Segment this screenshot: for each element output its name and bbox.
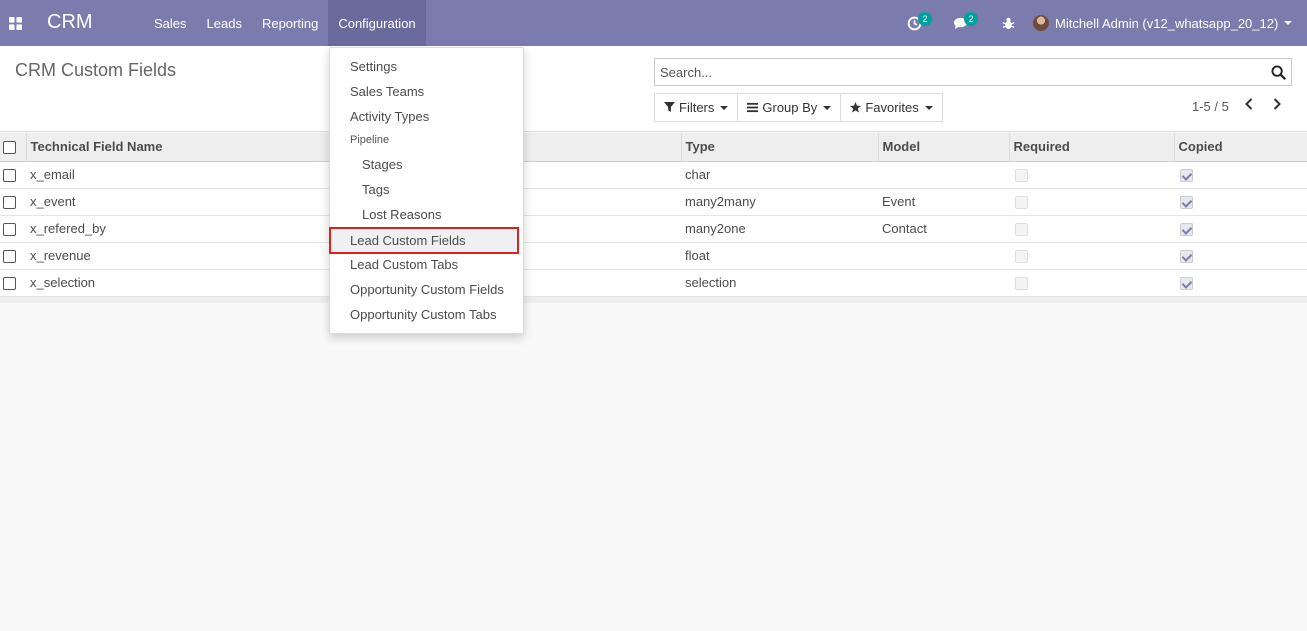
required-checkbox bbox=[1015, 196, 1028, 210]
user-menu[interactable]: Mitchell Admin (v12_whatsapp_20_12) bbox=[1033, 0, 1293, 46]
grid-icon bbox=[8, 16, 22, 30]
menu-item-sales-teams[interactable]: Sales Teams bbox=[330, 79, 523, 104]
row-checkbox[interactable] bbox=[3, 250, 16, 264]
custom-fields-table: Technical Field Name Type Model Required… bbox=[0, 133, 1307, 297]
filter-icon bbox=[664, 102, 675, 113]
row-checkbox[interactable] bbox=[3, 196, 16, 210]
table-row[interactable]: x_event many2many Event bbox=[0, 188, 1307, 216]
breadcrumb-title: CRM Custom Fields bbox=[15, 60, 177, 80]
menu-leads[interactable]: Leads bbox=[197, 0, 252, 46]
row-checkbox[interactable] bbox=[3, 277, 16, 291]
debug-button[interactable] bbox=[1001, 12, 1025, 34]
menu-item-tags[interactable]: Tags bbox=[330, 177, 523, 202]
cell-model bbox=[878, 161, 1009, 189]
menu-item-lead-custom-fields[interactable]: Lead Custom Fields bbox=[329, 227, 519, 254]
menu-item-opportunity-custom-fields[interactable]: Opportunity Custom Fields bbox=[330, 277, 523, 302]
navbar-systray: 2 2 Mitchell Admin (v12_whatsapp_20_12) bbox=[887, 0, 1307, 46]
app-brand[interactable]: CRM bbox=[47, 11, 93, 34]
top-navbar: CRM Sales Leads Reporting Configuration … bbox=[0, 0, 1307, 46]
user-avatar bbox=[1033, 15, 1049, 31]
copied-checkbox bbox=[1180, 277, 1193, 291]
menu-item-activity-types[interactable]: Activity Types bbox=[330, 104, 523, 129]
search-options: Filters Group By Favorites bbox=[654, 93, 943, 122]
activities-button[interactable]: 2 bbox=[907, 12, 932, 34]
favorites-label: Favorites bbox=[865, 100, 919, 115]
group-by-label: Group By bbox=[762, 100, 818, 115]
star-icon bbox=[850, 102, 862, 113]
filters-button[interactable]: Filters bbox=[654, 93, 739, 122]
menu-item-lost-reasons[interactable]: Lost Reasons bbox=[330, 202, 523, 227]
chevron-left-icon bbox=[1245, 98, 1253, 110]
list-footer bbox=[0, 296, 1307, 303]
menu-sales[interactable]: Sales bbox=[144, 0, 197, 46]
activities-badge: 2 bbox=[918, 12, 932, 26]
copied-checkbox bbox=[1180, 223, 1193, 237]
control-panel: CRM Custom Fields Filters Group By Favor… bbox=[0, 46, 1307, 132]
messages-badge: 2 bbox=[964, 12, 978, 26]
search-icon[interactable] bbox=[1271, 65, 1286, 80]
filters-label: Filters bbox=[679, 100, 715, 115]
favorites-button[interactable]: Favorites bbox=[840, 93, 943, 122]
cell-model bbox=[878, 242, 1009, 270]
menu-section-pipeline: Pipeline bbox=[350, 134, 390, 146]
cell-type: many2one bbox=[681, 215, 878, 243]
required-checkbox bbox=[1015, 250, 1028, 264]
user-name: Mitchell Admin (v12_whatsapp_20_12) bbox=[1055, 15, 1279, 31]
required-checkbox bbox=[1015, 223, 1028, 237]
caret-down-icon bbox=[823, 105, 832, 110]
caret-down-icon bbox=[924, 105, 933, 110]
column-header-model[interactable]: Model bbox=[877, 133, 1009, 162]
pager-next-button[interactable] bbox=[1271, 97, 1289, 115]
menu-configuration[interactable]: Configuration bbox=[328, 0, 426, 46]
cell-type: selection bbox=[681, 269, 878, 297]
required-checkbox bbox=[1015, 169, 1028, 183]
required-checkbox bbox=[1015, 277, 1028, 291]
select-all-checkbox[interactable] bbox=[3, 141, 16, 155]
menu-item-opportunity-custom-tabs[interactable]: Opportunity Custom Tabs bbox=[330, 302, 523, 327]
bug-icon bbox=[1002, 17, 1015, 30]
pager-previous-button[interactable] bbox=[1243, 97, 1261, 115]
menu-item-settings[interactable]: Settings bbox=[330, 54, 523, 79]
column-header-copied[interactable]: Copied bbox=[1173, 133, 1307, 162]
chevron-right-icon bbox=[1273, 98, 1281, 110]
search-input[interactable] bbox=[655, 59, 1255, 85]
menu-item-lead-custom-tabs[interactable]: Lead Custom Tabs bbox=[330, 252, 523, 277]
row-checkbox[interactable] bbox=[3, 223, 16, 237]
apps-menu-button[interactable] bbox=[0, 0, 30, 46]
cell-type: many2many bbox=[681, 188, 878, 216]
copied-checkbox bbox=[1180, 169, 1193, 183]
search-bar bbox=[654, 58, 1292, 86]
caret-down-icon bbox=[720, 105, 729, 110]
pager-value: 1-5 / 5 bbox=[1192, 99, 1229, 114]
table-row[interactable]: x_email char bbox=[0, 161, 1307, 189]
table-row[interactable]: x_refered_by many2one Contact bbox=[0, 215, 1307, 243]
group-by-button[interactable]: Group By bbox=[737, 93, 842, 122]
copied-checkbox bbox=[1180, 196, 1193, 210]
main-menu: Sales Leads Reporting Configuration bbox=[144, 0, 426, 46]
copied-checkbox bbox=[1180, 250, 1193, 264]
configuration-dropdown: Settings Sales Teams Activity Types Pipe… bbox=[329, 47, 524, 334]
column-header-type[interactable]: Type bbox=[680, 133, 878, 162]
list-view: Technical Field Name Type Model Required… bbox=[0, 133, 1307, 303]
cell-model: Event bbox=[878, 188, 1009, 216]
cell-type: float bbox=[681, 242, 878, 270]
messages-button[interactable]: 2 bbox=[953, 12, 978, 34]
row-checkbox[interactable] bbox=[3, 169, 16, 183]
column-header-required[interactable]: Required bbox=[1008, 133, 1174, 162]
menu-reporting[interactable]: Reporting bbox=[252, 0, 328, 46]
cell-model bbox=[878, 269, 1009, 297]
table-row[interactable]: x_selection selection bbox=[0, 269, 1307, 297]
select-all-cell bbox=[0, 133, 26, 162]
bars-icon bbox=[747, 102, 759, 113]
cell-type: char bbox=[681, 161, 878, 189]
table-row[interactable]: x_revenue float bbox=[0, 242, 1307, 270]
caret-down-icon bbox=[1284, 21, 1293, 25]
menu-item-stages[interactable]: Stages bbox=[330, 152, 523, 177]
cell-model: Contact bbox=[878, 215, 1009, 243]
table-header-row: Technical Field Name Type Model Required… bbox=[0, 133, 1307, 162]
